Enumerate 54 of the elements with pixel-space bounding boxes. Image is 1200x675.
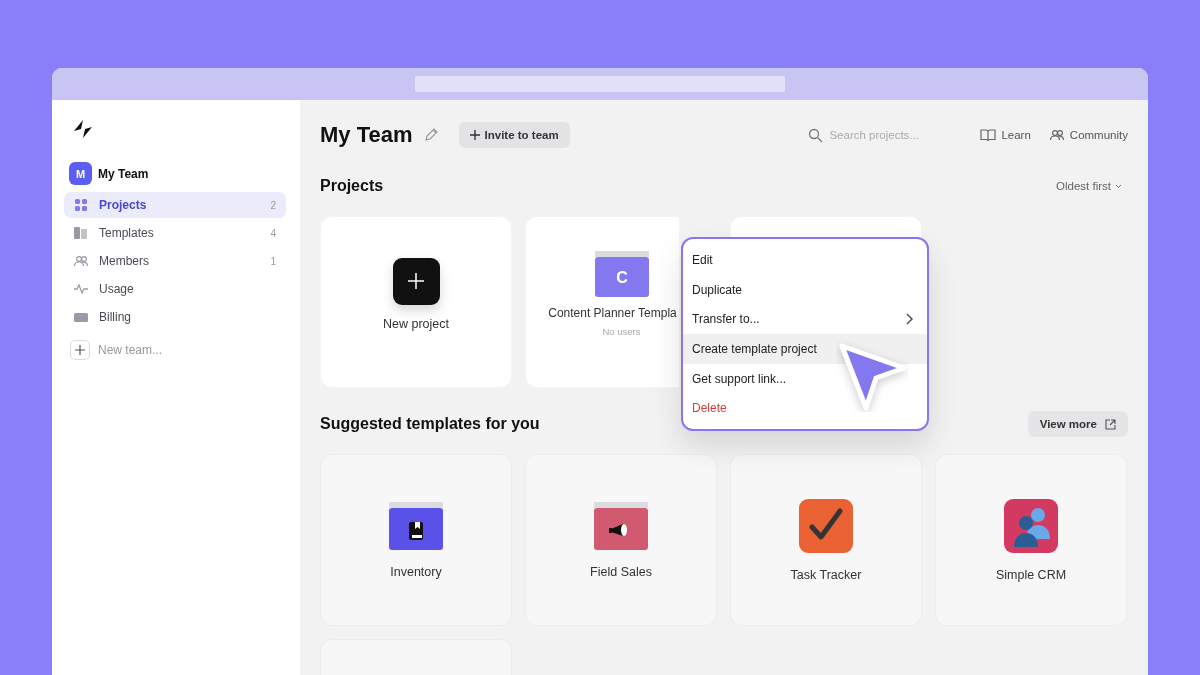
sidebar-item[interactable]: Billing (64, 304, 286, 330)
pulse-icon (73, 281, 89, 297)
page-title: My Team (320, 122, 413, 148)
card-title: Inventory (390, 564, 442, 579)
menu-item[interactable]: Delete (683, 393, 927, 424)
sidebar-item[interactable]: Projects 2 (64, 192, 286, 218)
sidebar-item[interactable]: Usage (64, 276, 286, 302)
card-title: Task Tracker (790, 567, 862, 582)
view-more-button[interactable]: View more (1027, 411, 1128, 437)
sort-dropdown[interactable]: Oldest first (1056, 180, 1122, 192)
card-subtitle: No users (602, 326, 641, 337)
people-icon (1048, 127, 1065, 143)
nav-link[interactable]: Learn (980, 127, 1031, 143)
book-icon (980, 127, 997, 143)
menu-item[interactable]: Get support link... (683, 363, 927, 394)
item-count: 4 (270, 227, 276, 239)
card-title: New project (383, 316, 449, 331)
logo-icon (72, 118, 94, 140)
project-card[interactable]: New project (320, 216, 512, 388)
template-card[interactable]: Field Sales (525, 454, 717, 626)
pencil-icon[interactable] (422, 127, 439, 143)
plus-icon (469, 130, 480, 140)
plus-icon (74, 344, 86, 356)
team-name: My Team (98, 166, 149, 181)
menu-item[interactable]: Duplicate (683, 274, 927, 305)
columns-icon (73, 225, 89, 241)
people-icon (73, 253, 89, 269)
nav-link[interactable]: Community (1048, 127, 1128, 143)
item-count: 1 (270, 255, 276, 267)
team-avatar: M (69, 162, 92, 185)
menu-item[interactable]: Create template project (683, 334, 927, 364)
search-field[interactable]: Search projects... (808, 127, 939, 143)
card-title: Simple CRM (995, 567, 1067, 582)
external-link-icon (1105, 418, 1116, 430)
caret-icon (1115, 183, 1122, 189)
sidebar-item[interactable]: Templates 4 (64, 220, 286, 246)
template-card[interactable]: Inventory (320, 454, 512, 626)
card-title: Field Sales (590, 564, 652, 579)
sidebar-item[interactable]: Members 1 (64, 248, 286, 274)
menu-item[interactable]: Transfer to... (683, 304, 927, 335)
card-title: Content Planner Templa (548, 306, 677, 320)
menu-item[interactable]: Edit (683, 245, 927, 275)
template-card[interactable]: Task Tracker (730, 454, 922, 626)
invite-button[interactable]: Invite to team (458, 122, 570, 148)
project-card[interactable]: C Content Planner Templa No users (525, 216, 680, 388)
section-title: Suggested templates for you (320, 415, 540, 433)
plus-icon (407, 272, 425, 290)
item-count: 2 (270, 199, 276, 211)
section-title: Projects (320, 177, 384, 195)
chevron-right-icon (905, 313, 913, 326)
grid-icon (73, 197, 89, 213)
new-project-button[interactable] (392, 257, 440, 305)
template-card[interactable]: Simple CRM (935, 454, 1127, 626)
search-icon (808, 127, 824, 143)
